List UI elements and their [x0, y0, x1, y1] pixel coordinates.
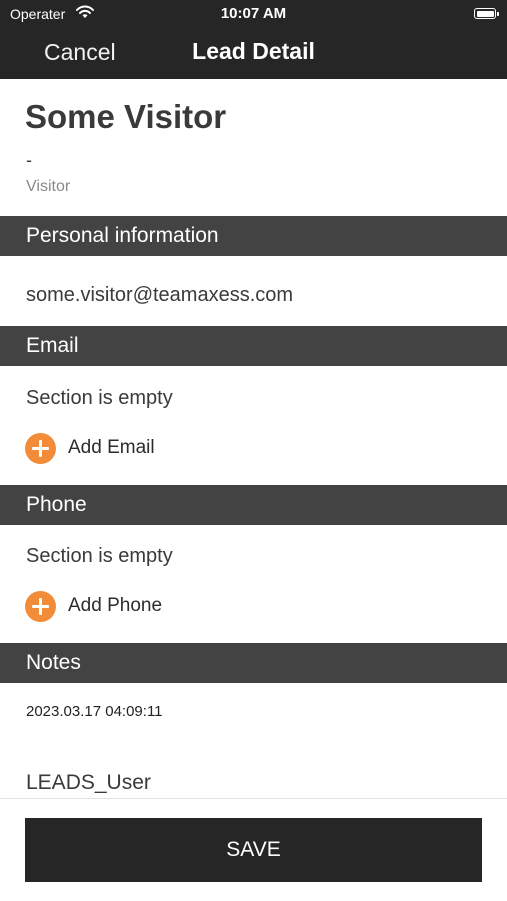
section-header-personal: Personal information	[0, 216, 507, 256]
footer: SAVE	[0, 798, 507, 901]
note-user: LEADS_User	[26, 771, 151, 794]
email-empty-text: Section is empty	[26, 387, 173, 409]
note-date: 2023.03.17 04:09:11	[26, 703, 163, 720]
page-title: Lead Detail	[192, 38, 315, 64]
section-header-notes: Notes	[0, 643, 507, 683]
status-time: 10:07 AM	[220, 5, 287, 22]
plus-icon	[25, 432, 56, 464]
section-header-email: Email	[0, 326, 507, 366]
status-bar: Operater 10:07 AM	[0, 0, 507, 28]
lead-name: Some Visitor	[25, 98, 227, 135]
navigation-bar: Cancel Lead Detail	[0, 28, 507, 79]
add-phone-button[interactable]: Add Phone	[25, 590, 162, 622]
battery-icon	[474, 8, 499, 19]
phone-empty-text: Section is empty	[26, 545, 173, 567]
add-email-label: Add Email	[68, 437, 155, 458]
save-button[interactable]: SAVE	[25, 818, 482, 882]
lead-type: Visitor	[26, 178, 71, 195]
add-email-button[interactable]: Add Email	[25, 432, 155, 464]
plus-icon	[25, 590, 56, 622]
section-header-phone: Phone	[0, 485, 507, 525]
add-phone-label: Add Phone	[68, 595, 163, 616]
personal-email-value: some.visitor@teamaxess.com	[26, 284, 294, 306]
lead-subtitle: -	[26, 150, 32, 170]
